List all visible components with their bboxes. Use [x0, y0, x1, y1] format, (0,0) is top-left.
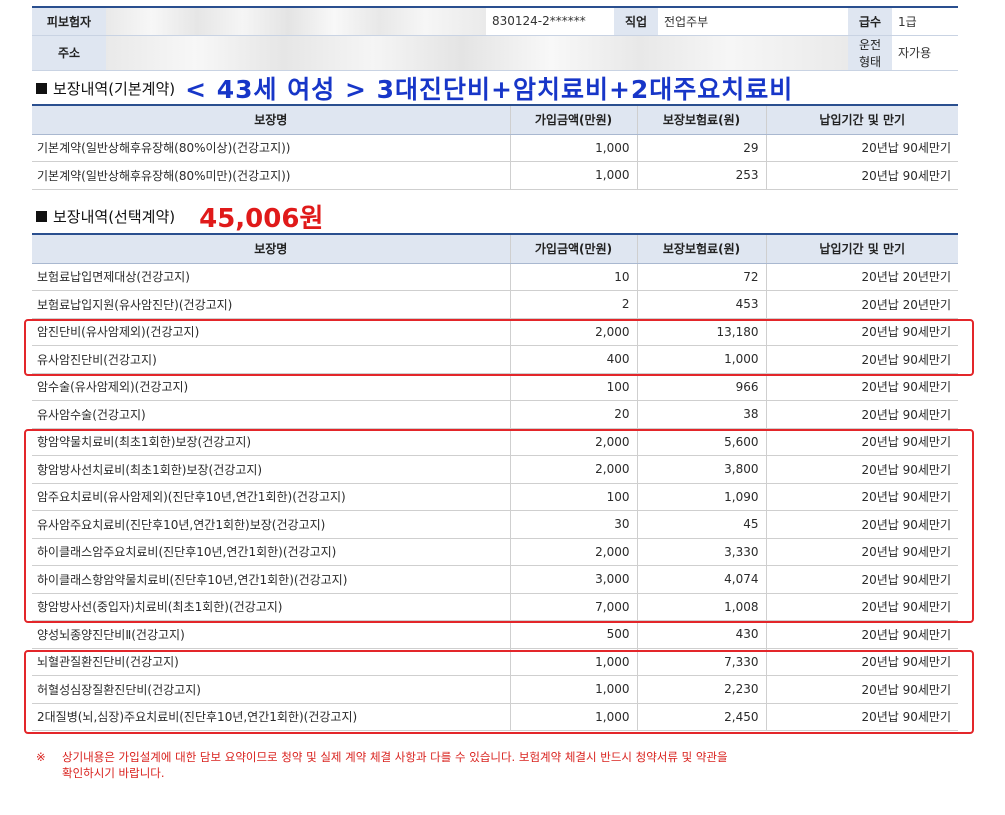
total-premium: 45,006원 — [199, 204, 324, 234]
address-redacted — [106, 35, 848, 71]
table-row: 기본계약(일반상해후유장해(80%미만)(건강고지)) 1,000 253 20년납 … — [32, 161, 958, 190]
reference-mark: ※ — [36, 750, 46, 764]
disclaimer-note: ※ 상기내용은 가입설계에 대한 담보 요약이므로 청약 및 실제 계약 체결 사… — [36, 749, 728, 781]
header-premium: 보장보험료(원) — [636, 104, 766, 135]
header-amount: 가입금액(만원) — [509, 104, 637, 135]
table-row: 보험료납입지원(유사암진단)(건강고지) 2 453 20년납 20년만기 — [32, 290, 958, 319]
term-cell: 20년납 90세만기 — [765, 373, 958, 401]
address-label: 주소 — [32, 35, 106, 71]
amount-cell: 1,000 — [509, 161, 637, 190]
coverage-name-cell: 기본계약(일반상해후유장해(80%미만)(건강고지)) — [32, 161, 510, 190]
premium-cell: 966 — [636, 373, 766, 401]
premium-cell: 430 — [636, 620, 766, 649]
table-row: 유사암수술(건강고지) 20 38 20년납 90세만기 — [32, 400, 958, 429]
amount-cell: 100 — [509, 373, 637, 401]
amount-cell: 1,000 — [509, 134, 637, 162]
job-value: 전업주부 — [658, 6, 848, 36]
premium-cell: 29 — [636, 134, 766, 162]
term-cell: 20년납 90세만기 — [765, 400, 958, 429]
header-premium: 보장보험료(원) — [636, 233, 766, 264]
premium-cell: 72 — [636, 263, 766, 291]
basic-section-title: 보장내역(기본계약) < 43세 여성 > 3대진단비+암치료비+2대주요치료비 — [36, 70, 793, 106]
insured-name-redacted — [106, 6, 486, 36]
term-cell: 20년납 20년만기 — [765, 290, 958, 319]
table-row: 보험료납입면제대상(건강고지) 10 72 20년납 20년만기 — [32, 263, 958, 291]
basic-coverage-table: 보장명 가입금액(만원) 보장보험료(원) 납입기간 및 만기 기본계약(일반상… — [32, 104, 958, 190]
header-amount: 가입금액(만원) — [509, 233, 637, 264]
optional-section-label: 보장내역(선택계약) — [53, 208, 176, 226]
highlight-box-cancer-diagnosis — [24, 319, 974, 376]
table-row: 양성뇌종양진단비Ⅱ(건강고지) 500 430 20년납 90세만기 — [32, 620, 958, 649]
highlight-box-brain-heart — [24, 650, 974, 734]
premium-cell: 453 — [636, 290, 766, 319]
coverage-name-cell: 양성뇌종양진단비Ⅱ(건강고지) — [32, 620, 510, 649]
job-label: 직업 — [614, 6, 658, 36]
amount-cell: 2 — [509, 290, 637, 319]
header-term: 납입기간 및 만기 — [765, 233, 958, 264]
square-bullet-icon — [36, 82, 47, 94]
coverage-name-cell: 암수술(유사암제외)(건강고지) — [32, 373, 510, 401]
product-summary-highlight: < 43세 여성 > 3대진단비+암치료비+2대주요치료비 — [185, 75, 794, 104]
grade-label: 급수 — [848, 6, 892, 36]
premium-cell: 38 — [636, 400, 766, 429]
disclaimer-line-1: 상기내용은 가입설계에 대한 담보 요약이므로 청약 및 실제 계약 체결 사항… — [62, 750, 728, 764]
term-cell: 20년납 90세만기 — [765, 161, 958, 190]
square-bullet-icon — [36, 211, 47, 222]
disclaimer-line-2: 확인하시기 바랍니다. — [62, 766, 165, 780]
amount-cell: 10 — [509, 263, 637, 291]
coverage-name-cell: 보험료납입지원(유사암진단)(건강고지) — [32, 290, 510, 319]
term-cell: 20년납 90세만기 — [765, 620, 958, 649]
drive-label: 운전형태 — [848, 35, 892, 71]
table-row: 기본계약(일반상해후유장해(80%이상)(건강고지)) 1,000 29 20년납 9… — [32, 134, 958, 162]
insured-id-value: 830124-2****** — [486, 6, 614, 36]
insured-info-table: 피보험자 830124-2****** 직업 전업주부 급수 1급 주소 운전형… — [32, 6, 958, 71]
term-cell: 20년납 90세만기 — [765, 134, 958, 162]
coverage-name-cell: 유사암수술(건강고지) — [32, 400, 510, 429]
table-row: 암수술(유사암제외)(건강고지) 100 966 20년납 90세만기 — [32, 373, 958, 401]
header-coverage-name: 보장명 — [32, 104, 510, 135]
highlight-box-cancer-treatment — [24, 429, 974, 623]
header-coverage-name: 보장명 — [32, 233, 510, 264]
optional-section-title: 보장내역(선택계약) 45,006원 — [36, 198, 323, 235]
basic-section-label: 보장내역(기본계약) — [53, 79, 176, 98]
coverage-name-cell: 보험료납입면제대상(건강고지) — [32, 263, 510, 291]
premium-cell: 253 — [636, 161, 766, 190]
drive-value: 자가용 — [892, 35, 958, 71]
header-term: 납입기간 및 만기 — [765, 104, 958, 135]
amount-cell: 20 — [509, 400, 637, 429]
insured-label: 피보험자 — [32, 6, 106, 36]
coverage-name-cell: 기본계약(일반상해후유장해(80%이상)(건강고지)) — [32, 134, 510, 162]
grade-value: 1급 — [892, 6, 958, 36]
amount-cell: 500 — [509, 620, 637, 649]
term-cell: 20년납 20년만기 — [765, 263, 958, 291]
